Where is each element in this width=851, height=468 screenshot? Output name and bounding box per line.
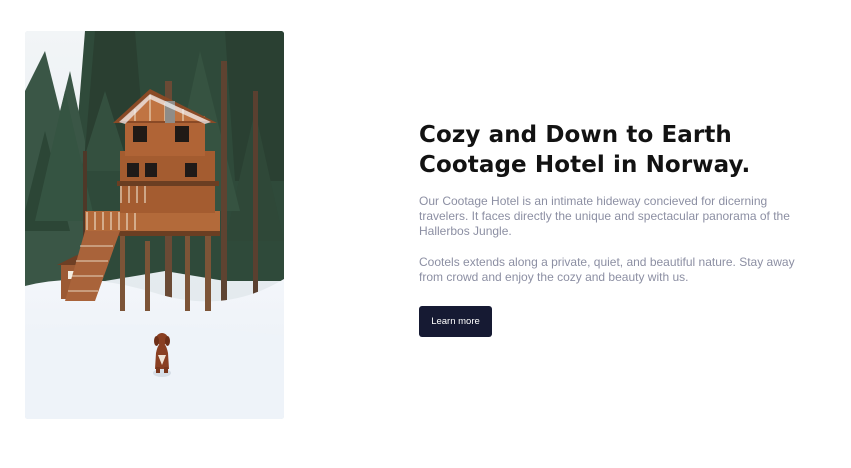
learn-more-button[interactable]: Learn more [419, 306, 492, 337]
treehouse-photo [25, 31, 284, 419]
hero-paragraph-intro: Our Cootage Hotel is an intimate hideway… [419, 194, 790, 238]
page: Cozy and Down to Earth Cootage Hotel in … [0, 0, 851, 468]
hero-heading: Cozy and Down to Earth Cootage Hotel in … [419, 122, 751, 178]
hero-content: Cozy and Down to Earth Cootage Hotel in … [419, 120, 839, 337]
hero-paragraph-nature: Cootels extends along a private, quiet, … [419, 255, 795, 284]
